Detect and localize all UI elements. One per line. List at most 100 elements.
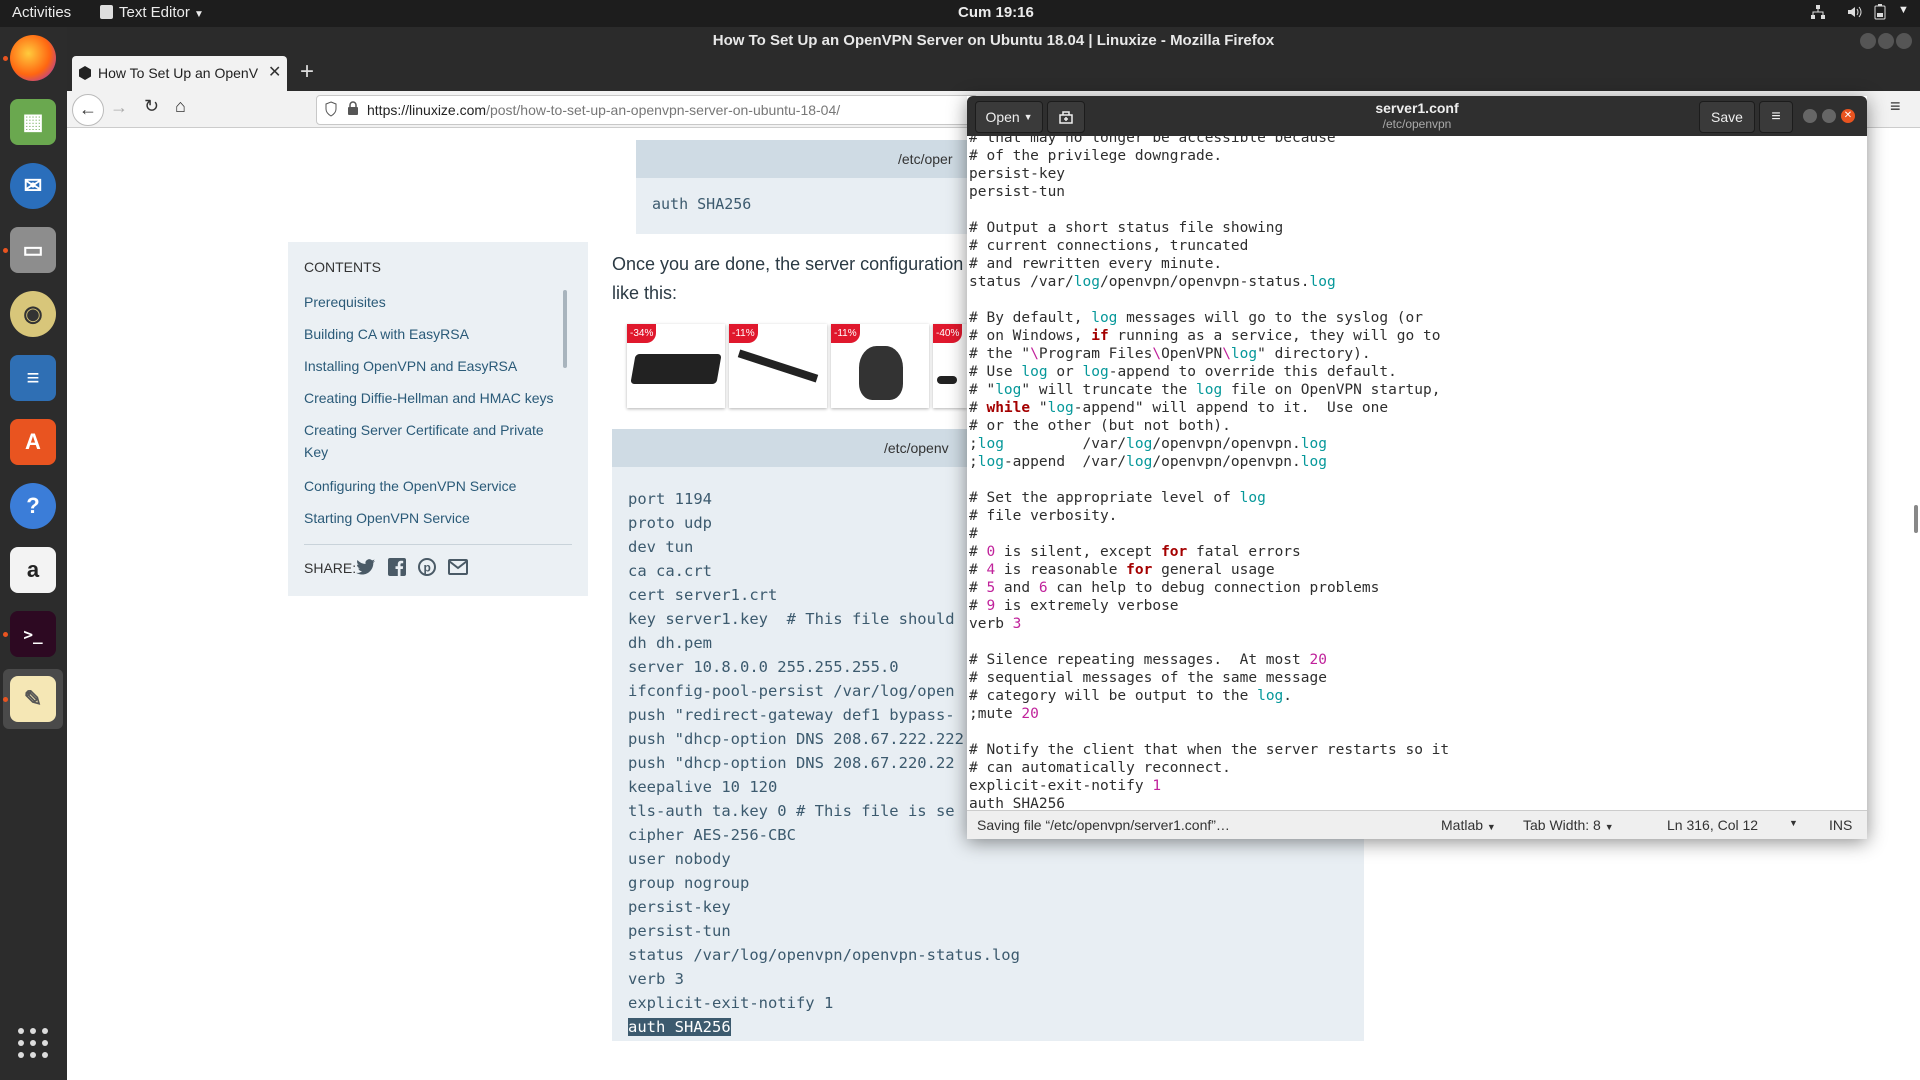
- code-line: persist-tun: [969, 184, 1066, 200]
- code-block-filename: /etc/oper: [898, 151, 953, 167]
- chevron-down-icon: ▼: [194, 9, 204, 20]
- shield-icon[interactable]: [325, 101, 337, 122]
- toc-item-prerequisites[interactable]: Prerequisites: [304, 291, 566, 323]
- url-bar[interactable]: https://linuxize.com/post/how-to-set-up-…: [316, 95, 978, 125]
- code-line: # Set the appropriate level of log: [969, 490, 1266, 506]
- toc-item-server-certificate[interactable]: Creating Server Certificate and Private …: [304, 419, 566, 475]
- hamburger-menu-icon[interactable]: ≡: [1890, 96, 1901, 117]
- maximize-button[interactable]: [1878, 33, 1894, 49]
- app-menu-label: Text Editor: [119, 4, 190, 21]
- back-arrow-icon[interactable]: ←: [72, 94, 104, 126]
- text-editor-icon[interactable]: ✎: [10, 676, 56, 722]
- page-scrollbar[interactable]: [1914, 505, 1918, 533]
- code-line: status /var/log/openvpn/openvpn-status.l…: [628, 946, 1020, 964]
- minimize-button[interactable]: [1860, 33, 1876, 49]
- toc-item-installing-openvpn[interactable]: Installing OpenVPN and EasyRSA: [304, 355, 566, 387]
- email-icon[interactable]: [448, 559, 468, 580]
- toc-item-configuring[interactable]: Configuring the OpenVPN Service: [304, 475, 566, 507]
- toc-item-diffie-hellman[interactable]: Creating Diffie-Hellman and HMAC keys: [304, 387, 566, 419]
- code-line: # or the other (but not both).: [969, 418, 1231, 434]
- volume-icon[interactable]: [1846, 4, 1862, 24]
- ad-keyboard[interactable]: -34%: [627, 324, 725, 408]
- code-line: cert server1.crt: [628, 586, 778, 604]
- new-tab-document-icon[interactable]: [1047, 101, 1085, 133]
- software-center-icon[interactable]: A: [10, 419, 56, 465]
- terminal-icon[interactable]: >_: [10, 611, 56, 657]
- code-line-selected[interactable]: auth SHA256: [628, 1015, 1020, 1039]
- ad-headset[interactable]: -40%: [933, 324, 967, 408]
- system-menu-chevron-icon[interactable]: ▼: [1898, 4, 1909, 16]
- ad-rifle[interactable]: -11%: [729, 324, 827, 408]
- toc-item-starting[interactable]: Starting OpenVPN Service: [304, 507, 566, 539]
- paragraph-line: Once you are done, the server configurat…: [612, 254, 974, 274]
- code-line: dev tun: [628, 538, 694, 556]
- code-line: key server1.key # This file should: [628, 610, 955, 628]
- language-selector[interactable]: Matlab ▼: [1441, 817, 1496, 833]
- paragraph: Once you are done, the server configurat…: [612, 250, 973, 308]
- code-line: ;log /var/log/openvpn/openvpn.log: [969, 436, 1327, 452]
- running-indicator: [3, 632, 8, 637]
- firefox-titlebar: How To Set Up an OpenVPN Server on Ubunt…: [67, 27, 1920, 55]
- code-line: # Notify the client that when the server…: [969, 742, 1450, 758]
- amazon-icon[interactable]: a: [10, 547, 56, 593]
- network-icon[interactable]: [1810, 4, 1826, 24]
- tab-active[interactable]: How To Set Up an OpenV ✕: [72, 56, 287, 91]
- code-line: auth SHA256: [969, 796, 1066, 810]
- editor-text-area[interactable]: # that may no longer be accessible becau…: [969, 136, 1865, 810]
- running-indicator: [3, 56, 8, 61]
- code-line: explicit-exit-notify 1: [628, 994, 834, 1012]
- writer-icon[interactable]: ≡: [10, 355, 56, 401]
- forward-arrow-icon[interactable]: →: [110, 97, 128, 118]
- chevron-down-icon: ▼: [1486, 822, 1496, 832]
- save-button[interactable]: Save: [1699, 101, 1755, 133]
- hamburger-menu-icon[interactable]: ≡: [1759, 101, 1793, 133]
- rifle-image: [737, 349, 819, 383]
- reload-icon[interactable]: ↻: [144, 96, 159, 117]
- code-line: auth SHA256: [652, 195, 752, 213]
- share-label: SHARE:: [304, 560, 357, 576]
- close-window-button[interactable]: ✕: [1841, 109, 1855, 123]
- clock[interactable]: Cum 19:16: [958, 4, 1034, 21]
- url-path: /post/how-to-set-up-an-openvpn-server-on…: [486, 102, 841, 118]
- files-icon[interactable]: ▭: [10, 227, 56, 273]
- help-icon[interactable]: ?: [10, 483, 56, 529]
- cursor-position-selector[interactable]: Ln 316, Col 12: [1667, 817, 1758, 833]
- app-menu[interactable]: Text Editor ▼: [100, 4, 204, 21]
- lock-icon[interactable]: [347, 101, 359, 120]
- maximize-button[interactable]: [1822, 109, 1836, 123]
- insert-mode-indicator[interactable]: INS: [1829, 817, 1852, 833]
- close-tab-icon[interactable]: ✕: [268, 62, 281, 82]
- twitter-icon[interactable]: [356, 558, 376, 581]
- battery-icon[interactable]: [1874, 4, 1886, 24]
- ad-mouse[interactable]: -11%: [831, 324, 929, 408]
- minimize-button[interactable]: [1803, 109, 1817, 123]
- code-line: persist-tun: [628, 922, 731, 940]
- linuxize-favicon-icon: [78, 66, 92, 85]
- toc-item-building-ca[interactable]: Building CA with EasyRSA: [304, 323, 566, 355]
- code-line: # and rewritten every minute.: [969, 256, 1223, 272]
- pinterest-icon[interactable]: p: [418, 558, 436, 581]
- rhythmbox-icon[interactable]: ◉: [10, 291, 56, 337]
- show-applications-icon[interactable]: [17, 1027, 49, 1064]
- facebook-icon[interactable]: [388, 558, 406, 581]
- activities-button[interactable]: Activities: [12, 4, 71, 21]
- tab-strip: [67, 55, 1920, 91]
- new-tab-icon[interactable]: +: [300, 58, 314, 86]
- code-line: dh dh.pem: [628, 634, 712, 652]
- chevron-down-icon: ▼: [1604, 822, 1614, 832]
- tab-width-label: Tab Width: 8: [1523, 817, 1601, 833]
- close-window-button[interactable]: [1896, 33, 1912, 49]
- firefox-icon[interactable]: [10, 35, 56, 81]
- toc-heading: CONTENTS: [304, 259, 381, 275]
- code-line: server 10.8.0.0 255.255.255.0: [628, 658, 899, 676]
- open-button[interactable]: Open ▼: [975, 101, 1043, 133]
- thunderbird-icon[interactable]: ✉: [10, 163, 56, 209]
- code-line: push "redirect-gateway def1 bypass-: [628, 706, 955, 724]
- tab-width-selector[interactable]: Tab Width: 8 ▼: [1523, 817, 1614, 833]
- home-icon[interactable]: ⌂: [175, 96, 186, 117]
- discount-badge: -11%: [729, 324, 758, 343]
- image-viewer-icon[interactable]: ▦: [10, 99, 56, 145]
- chevron-down-icon[interactable]: ▼: [1789, 818, 1798, 828]
- toc-scrollbar[interactable]: [563, 290, 567, 368]
- code-line: # category will be output to the log.: [969, 688, 1293, 704]
